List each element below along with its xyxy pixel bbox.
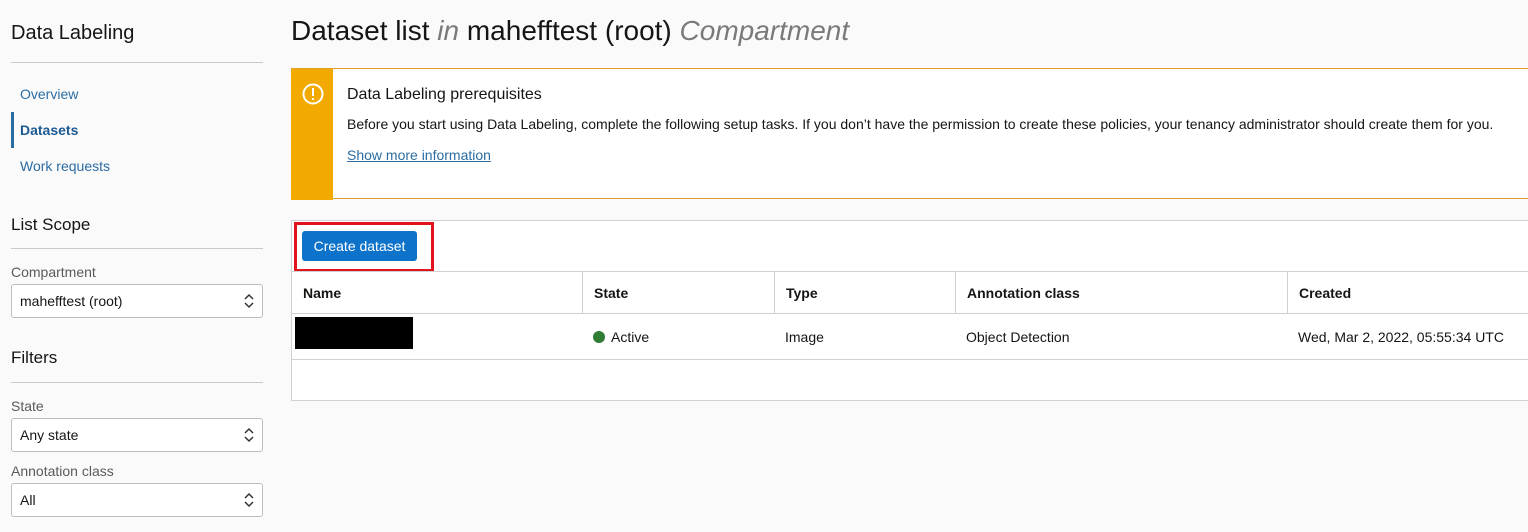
- compartment-label: Compartment: [11, 264, 96, 280]
- compartment-value: mahefftest (root): [20, 293, 123, 309]
- sidebar-item-overview[interactable]: Overview: [11, 76, 263, 112]
- divider: [11, 248, 263, 249]
- alert-text: Before you start using Data Labeling, co…: [347, 116, 1494, 132]
- column-header-state[interactable]: State: [582, 272, 774, 313]
- chevron-up-down-icon: [244, 427, 254, 443]
- redacted-name: [295, 317, 413, 349]
- annotation-class-value: All: [20, 492, 36, 508]
- warning-icon: [302, 83, 324, 105]
- page-title-compartment: mahefftest (root): [466, 15, 672, 46]
- table-row[interactable]: Active Image Object Detection Wed, Mar 2…: [292, 314, 1528, 360]
- alert-title: Data Labeling prerequisites: [347, 86, 542, 103]
- sidebar-item-datasets[interactable]: Datasets: [11, 112, 263, 148]
- filters-title: Filters: [11, 348, 58, 367]
- table-header: Name State Type Annotation class Created: [292, 271, 1528, 314]
- page-title-in: in: [437, 15, 460, 46]
- dataset-created: Wed, Mar 2, 2022, 05:55:34 UTC: [1298, 328, 1504, 345]
- column-header-type[interactable]: Type: [774, 272, 955, 313]
- sidebar: Data Labeling Overview Datasets Work req…: [0, 0, 275, 532]
- state-value: Any state: [20, 427, 79, 443]
- create-dataset-button[interactable]: Create dataset: [302, 231, 417, 261]
- page-title: Dataset list in mahefftest (root) Compar…: [291, 15, 849, 47]
- show-more-information-link[interactable]: Show more information: [347, 147, 491, 163]
- prerequisites-alert: Data Labeling prerequisites Before you s…: [291, 68, 1528, 200]
- annotation-class-label: Annotation class: [11, 463, 114, 479]
- dataset-type: Image: [785, 328, 824, 345]
- column-header-created[interactable]: Created: [1287, 272, 1528, 313]
- app-title: Data Labeling: [11, 22, 135, 44]
- page-title-suffix: Compartment: [679, 15, 850, 46]
- annotation-class-select[interactable]: All: [11, 483, 263, 517]
- active-status-dot: [593, 330, 605, 343]
- alert-bar: [291, 69, 333, 200]
- divider: [11, 62, 263, 63]
- page-title-main: Dataset list: [291, 15, 430, 46]
- dataset-name-cell[interactable]: [292, 314, 582, 359]
- chevron-up-down-icon: [244, 293, 254, 309]
- compartment-select[interactable]: mahefftest (root): [11, 284, 263, 318]
- datasets-table-panel: Create dataset Name State Type Annotatio…: [291, 220, 1528, 401]
- dataset-state: Active: [611, 328, 650, 345]
- dataset-annotation-class: Object Detection: [966, 328, 1070, 345]
- divider: [11, 382, 263, 383]
- column-header-name[interactable]: Name: [292, 272, 582, 313]
- dataset-state-cell: Active: [582, 314, 774, 359]
- chevron-up-down-icon: [244, 492, 254, 508]
- list-scope-title: List Scope: [11, 215, 91, 234]
- main-content: Dataset list in mahefftest (root) Compar…: [291, 0, 1528, 532]
- sidebar-nav: Overview Datasets Work requests: [11, 76, 263, 184]
- column-header-annotation-class[interactable]: Annotation class: [955, 272, 1287, 313]
- state-label: State: [11, 398, 44, 414]
- sidebar-item-work-requests[interactable]: Work requests: [11, 148, 263, 184]
- state-select[interactable]: Any state: [11, 418, 263, 452]
